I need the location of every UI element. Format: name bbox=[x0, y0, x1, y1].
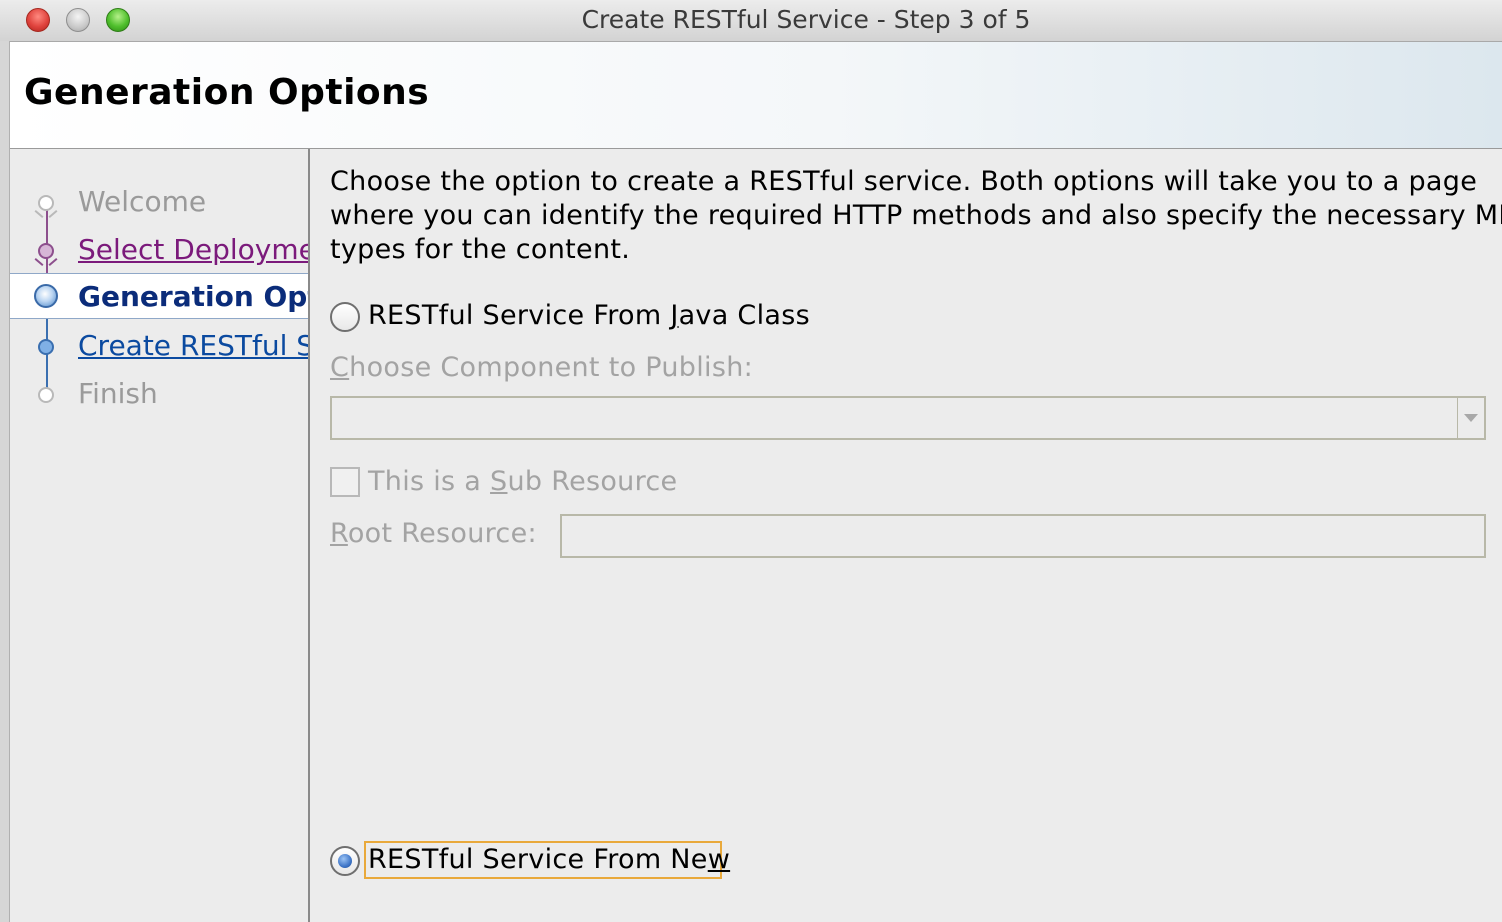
window-titlebar: Create RESTful Service - Step 3 of 5 bbox=[0, 0, 1502, 42]
sub-resource-label-text: This is a bbox=[368, 466, 491, 497]
step-node-leg bbox=[48, 258, 58, 266]
wizard-step-navigator: Welcome Select Deployment Generation Opt… bbox=[10, 149, 310, 922]
wizard-header: Generation Options bbox=[10, 42, 1502, 149]
nav-step-finish[interactable]: Finish bbox=[10, 371, 308, 417]
from-new-mnemonic: w bbox=[707, 844, 731, 875]
nav-step-create-restful-services[interactable]: Create RESTful Services bbox=[10, 323, 308, 369]
java-class-radio[interactable] bbox=[330, 302, 360, 332]
root-resource-field[interactable] bbox=[560, 514, 1486, 558]
step-node-icon bbox=[38, 339, 54, 355]
choose-component-label: Choose Component to Publish: bbox=[330, 352, 753, 383]
step-node-leg bbox=[34, 258, 44, 266]
step-node-leg bbox=[34, 210, 44, 218]
sub-resource-label[interactable]: This is a Sub Resource bbox=[368, 466, 677, 497]
component-combobox[interactable] bbox=[330, 396, 1486, 440]
root-resource-label: Root Resource: bbox=[330, 518, 537, 549]
root-resource-mnemonic: R bbox=[330, 518, 348, 549]
nav-step-select-deployment[interactable]: Select Deployment bbox=[10, 227, 308, 273]
nav-step-label: Create RESTful Services bbox=[78, 329, 308, 362]
window-left-edge bbox=[0, 41, 10, 922]
nav-step-label: Finish bbox=[78, 377, 158, 410]
nav-step-generation-options[interactable]: Generation Options bbox=[10, 273, 308, 319]
sub-resource-mnemonic: S bbox=[490, 466, 508, 497]
java-class-mnemonic: J bbox=[670, 300, 679, 331]
window-title: Create RESTful Service - Step 3 of 5 bbox=[581, 5, 1031, 34]
nav-step-label: Welcome bbox=[78, 185, 207, 218]
nav-step-label: Generation Options bbox=[78, 280, 308, 313]
step-node-icon bbox=[38, 387, 54, 403]
sub-resource-checkbox[interactable] bbox=[330, 467, 360, 497]
choose-component-mnemonic: C bbox=[330, 352, 350, 383]
page-title: Generation Options bbox=[24, 72, 430, 113]
step-node-leg bbox=[48, 210, 58, 218]
java-class-option-label[interactable]: RESTful Service From Java Class bbox=[368, 300, 810, 331]
nav-step-label: Select Deployment bbox=[78, 233, 308, 266]
step-node-icon bbox=[38, 195, 54, 211]
current-step-node-icon bbox=[34, 284, 58, 308]
choose-component-label-text: hoose Component to Publish: bbox=[349, 352, 754, 383]
java-class-label-text: RESTful Service From bbox=[368, 300, 671, 331]
from-new-radio[interactable] bbox=[330, 846, 360, 876]
nav-step-welcome[interactable]: Welcome bbox=[10, 179, 308, 225]
wizard-content: Choose the option to create a RESTful se… bbox=[310, 149, 1502, 922]
root-resource-label-text: oot Resource: bbox=[347, 518, 537, 549]
from-new-option-label[interactable]: RESTful Service From New bbox=[368, 844, 730, 875]
sub-resource-label-text-end: ub Resource bbox=[507, 466, 678, 497]
step-node-icon bbox=[38, 243, 54, 259]
java-class-label-text-end: ava Class bbox=[678, 300, 810, 331]
chevron-down-icon[interactable] bbox=[1457, 398, 1484, 438]
from-new-label-text: RESTful Service From Ne bbox=[368, 844, 708, 875]
instructions-text: Choose the option to create a RESTful se… bbox=[330, 166, 1502, 265]
